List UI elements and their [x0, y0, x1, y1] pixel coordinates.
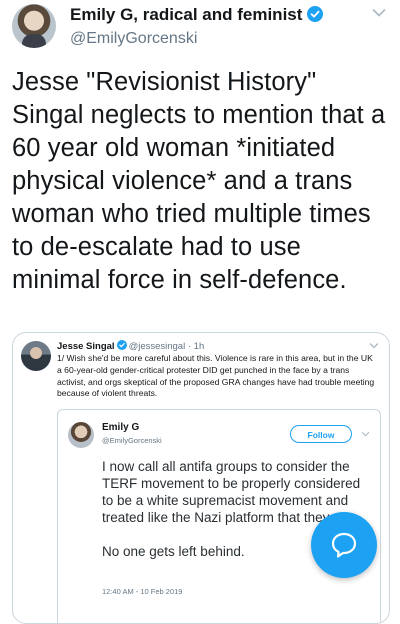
tweet-header: Emily G, radical and feminist @EmilyGorc… — [0, 0, 400, 60]
tweet-text: Jesse "Revisionist History" Singal negle… — [12, 68, 386, 294]
quoted-handle[interactable]: @jessesingal — [129, 341, 186, 352]
quoted-tweet-card[interactable]: Jesse Singal @jessesingal · 1h 1/ Wish sh… — [12, 332, 390, 624]
embedded-timestamp[interactable]: 12:40 AM - 10 Feb 2019 — [102, 587, 182, 596]
chevron-down-icon[interactable] — [369, 342, 379, 349]
quoted-name[interactable]: Jesse Singal — [57, 341, 115, 352]
user-handle[interactable]: @EmilyGorcenski — [70, 30, 197, 48]
reply-bubble-icon — [331, 532, 357, 558]
embedded-name[interactable]: Emily G — [102, 422, 139, 433]
quoted-time: · 1h — [187, 341, 205, 352]
chevron-down-icon[interactable] — [361, 431, 370, 437]
display-name-text: Emily G, radical and feminist — [70, 5, 303, 24]
quoted-user-line: Jesse Singal @jessesingal · 1h — [57, 340, 204, 352]
quoted-text: 1/ Wish she'd be more careful about this… — [57, 353, 375, 399]
avatar[interactable] — [12, 4, 56, 48]
embedded-handle[interactable]: @EmilyGorcenski — [102, 436, 162, 445]
follow-button[interactable]: Follow — [290, 425, 352, 443]
embedded-avatar[interactable] — [68, 422, 94, 448]
chevron-down-icon[interactable] — [372, 8, 386, 18]
verified-icon — [116, 340, 127, 350]
display-name[interactable]: Emily G, radical and feminist — [70, 5, 324, 25]
reply-button[interactable] — [311, 512, 377, 578]
verified-icon — [307, 6, 324, 22]
quoted-avatar[interactable] — [21, 341, 51, 371]
